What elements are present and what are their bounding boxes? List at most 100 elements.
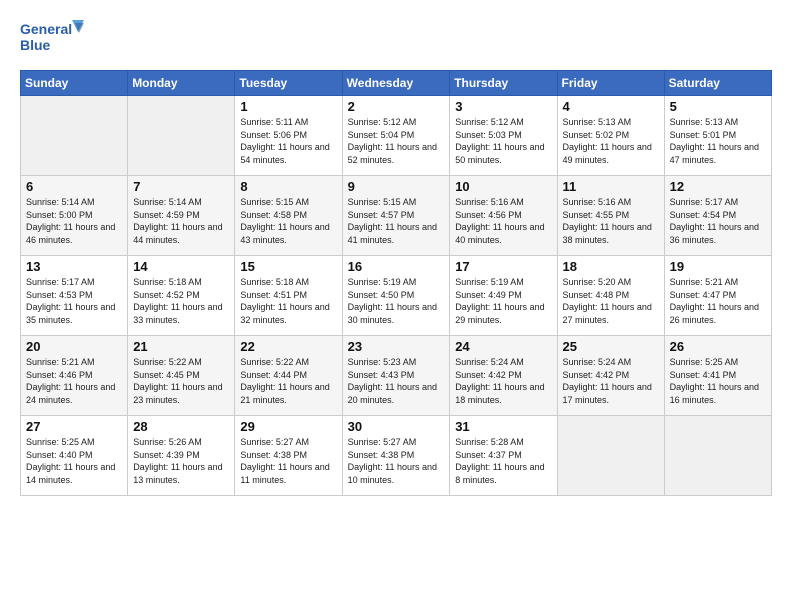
logo-svg: General Blue <box>20 18 90 60</box>
cell-info: Sunrise: 5:20 AM Sunset: 4:48 PM Dayligh… <box>563 276 659 326</box>
calendar-cell: 10 Sunrise: 5:16 AM Sunset: 4:56 PM Dayli… <box>450 176 557 256</box>
day-number: 11 <box>563 179 659 194</box>
day-number: 6 <box>26 179 122 194</box>
cell-info: Sunrise: 5:15 AM Sunset: 4:58 PM Dayligh… <box>240 196 336 246</box>
calendar-cell: 17Sunrise: 5:19 AM Sunset: 4:49 PM Dayli… <box>450 256 557 336</box>
calendar-cell: 18 Sunrise: 5:20 AM Sunset: 4:48 PM Dayli… <box>557 256 664 336</box>
day-number: 30 <box>348 419 445 434</box>
weekday-header-sunday: Sunday <box>21 71 128 96</box>
cell-info: Sunrise: 5:18 AM Sunset: 4:52 PM Dayligh… <box>133 276 229 326</box>
cell-info: Sunrise: 5:28 AM Sunset: 4:37 PM Dayligh… <box>455 436 551 486</box>
calendar-cell: 25 Sunrise: 5:24 AM Sunset: 4:42 PM Dayli… <box>557 336 664 416</box>
day-number: 26 <box>670 339 766 354</box>
day-number: 9 <box>348 179 445 194</box>
calendar-cell: 29 Sunrise: 5:27 AM Sunset: 4:38 PM Dayli… <box>235 416 342 496</box>
day-number: 5 <box>670 99 766 114</box>
page-header: General Blue <box>20 18 772 60</box>
calendar-cell: 7 Sunrise: 5:14 AM Sunset: 4:59 PM Daylig… <box>128 176 235 256</box>
day-number: 29 <box>240 419 336 434</box>
cell-info: Sunrise: 5:12 AM Sunset: 5:03 PM Dayligh… <box>455 116 551 166</box>
calendar-cell: 4Sunrise: 5:13 AM Sunset: 5:02 PM Daylig… <box>557 96 664 176</box>
day-number: 22 <box>240 339 336 354</box>
calendar-cell: 23 Sunrise: 5:23 AM Sunset: 4:43 PM Dayli… <box>342 336 450 416</box>
calendar-cell: 19 Sunrise: 5:21 AM Sunset: 4:47 PM Dayli… <box>664 256 771 336</box>
cell-info: Sunrise: 5:17 AM Sunset: 4:53 PM Dayligh… <box>26 276 122 326</box>
cell-info: Sunrise: 5:13 AM Sunset: 5:01 PM Dayligh… <box>670 116 766 166</box>
weekday-header-thursday: Thursday <box>450 71 557 96</box>
day-number: 8 <box>240 179 336 194</box>
calendar-cell: 21 Sunrise: 5:22 AM Sunset: 4:45 PM Dayli… <box>128 336 235 416</box>
svg-text:Blue: Blue <box>20 37 51 53</box>
weekday-header-monday: Monday <box>128 71 235 96</box>
day-number: 7 <box>133 179 229 194</box>
calendar-cell: 20 Sunrise: 5:21 AM Sunset: 4:46 PM Dayli… <box>21 336 128 416</box>
day-number: 27 <box>26 419 122 434</box>
cell-info: Sunrise: 5:26 AM Sunset: 4:39 PM Dayligh… <box>133 436 229 486</box>
calendar-cell: 12 Sunrise: 5:17 AM Sunset: 4:54 PM Dayli… <box>664 176 771 256</box>
calendar-cell <box>557 416 664 496</box>
day-number: 18 <box>563 259 659 274</box>
cell-info: Sunrise: 5:15 AM Sunset: 4:57 PM Dayligh… <box>348 196 445 246</box>
cell-info: Sunrise: 5:18 AM Sunset: 4:51 PM Dayligh… <box>240 276 336 326</box>
cell-info: Sunrise: 5:19 AM Sunset: 4:50 PM Dayligh… <box>348 276 445 326</box>
day-number: 15 <box>240 259 336 274</box>
cell-info: Sunrise: 5:25 AM Sunset: 4:40 PM Dayligh… <box>26 436 122 486</box>
day-number: 25 <box>563 339 659 354</box>
calendar-cell: 2 Sunrise: 5:12 AM Sunset: 5:04 PM Daylig… <box>342 96 450 176</box>
calendar-cell: 26 Sunrise: 5:25 AM Sunset: 4:41 PM Dayli… <box>664 336 771 416</box>
calendar-cell: 15 Sunrise: 5:18 AM Sunset: 4:51 PM Dayli… <box>235 256 342 336</box>
calendar-cell: 22 Sunrise: 5:22 AM Sunset: 4:44 PM Dayli… <box>235 336 342 416</box>
calendar-cell: 11 Sunrise: 5:16 AM Sunset: 4:55 PM Dayli… <box>557 176 664 256</box>
day-number: 23 <box>348 339 445 354</box>
cell-info: Sunrise: 5:23 AM Sunset: 4:43 PM Dayligh… <box>348 356 445 406</box>
cell-info: Sunrise: 5:19 AM Sunset: 4:49 PM Dayligh… <box>455 276 551 326</box>
cell-info: Sunrise: 5:14 AM Sunset: 4:59 PM Dayligh… <box>133 196 229 246</box>
day-number: 10 <box>455 179 551 194</box>
weekday-header-wednesday: Wednesday <box>342 71 450 96</box>
logo: General Blue <box>20 18 90 60</box>
cell-info: Sunrise: 5:27 AM Sunset: 4:38 PM Dayligh… <box>240 436 336 486</box>
weekday-header-friday: Friday <box>557 71 664 96</box>
calendar-table: SundayMondayTuesdayWednesdayThursdayFrid… <box>20 70 772 496</box>
day-number: 2 <box>348 99 445 114</box>
calendar-cell: 24 Sunrise: 5:24 AM Sunset: 4:42 PM Dayli… <box>450 336 557 416</box>
day-number: 28 <box>133 419 229 434</box>
cell-info: Sunrise: 5:21 AM Sunset: 4:47 PM Dayligh… <box>670 276 766 326</box>
day-number: 24 <box>455 339 551 354</box>
cell-info: Sunrise: 5:16 AM Sunset: 4:56 PM Dayligh… <box>455 196 551 246</box>
day-number: 31 <box>455 419 551 434</box>
calendar-cell: 14 Sunrise: 5:18 AM Sunset: 4:52 PM Dayli… <box>128 256 235 336</box>
calendar-cell: 30 Sunrise: 5:27 AM Sunset: 4:38 PM Dayli… <box>342 416 450 496</box>
cell-info: Sunrise: 5:24 AM Sunset: 4:42 PM Dayligh… <box>563 356 659 406</box>
day-number: 3 <box>455 99 551 114</box>
cell-info: Sunrise: 5:17 AM Sunset: 4:54 PM Dayligh… <box>670 196 766 246</box>
cell-info: Sunrise: 5:24 AM Sunset: 4:42 PM Dayligh… <box>455 356 551 406</box>
calendar-cell: 6 Sunrise: 5:14 AM Sunset: 5:00 PM Daylig… <box>21 176 128 256</box>
cell-info: Sunrise: 5:25 AM Sunset: 4:41 PM Dayligh… <box>670 356 766 406</box>
weekday-header-saturday: Saturday <box>664 71 771 96</box>
day-number: 20 <box>26 339 122 354</box>
cell-info: Sunrise: 5:22 AM Sunset: 4:45 PM Dayligh… <box>133 356 229 406</box>
cell-info: Sunrise: 5:12 AM Sunset: 5:04 PM Dayligh… <box>348 116 445 166</box>
cell-info: Sunrise: 5:27 AM Sunset: 4:38 PM Dayligh… <box>348 436 445 486</box>
calendar-cell: 27 Sunrise: 5:25 AM Sunset: 4:40 PM Dayli… <box>21 416 128 496</box>
weekday-header-tuesday: Tuesday <box>235 71 342 96</box>
cell-info: Sunrise: 5:22 AM Sunset: 4:44 PM Dayligh… <box>240 356 336 406</box>
day-number: 14 <box>133 259 229 274</box>
day-number: 19 <box>670 259 766 274</box>
calendar-cell: 3 Sunrise: 5:12 AM Sunset: 5:03 PM Daylig… <box>450 96 557 176</box>
svg-text:General: General <box>20 21 72 37</box>
calendar-cell <box>128 96 235 176</box>
calendar-cell <box>664 416 771 496</box>
cell-info: Sunrise: 5:21 AM Sunset: 4:46 PM Dayligh… <box>26 356 122 406</box>
day-number: 4 <box>563 99 659 114</box>
cell-info: Sunrise: 5:16 AM Sunset: 4:55 PM Dayligh… <box>563 196 659 246</box>
calendar-cell: 1Sunrise: 5:11 AM Sunset: 5:06 PM Daylig… <box>235 96 342 176</box>
calendar-cell: 8 Sunrise: 5:15 AM Sunset: 4:58 PM Daylig… <box>235 176 342 256</box>
day-number: 13 <box>26 259 122 274</box>
cell-info: Sunrise: 5:11 AM Sunset: 5:06 PM Dayligh… <box>240 116 336 166</box>
cell-info: Sunrise: 5:14 AM Sunset: 5:00 PM Dayligh… <box>26 196 122 246</box>
day-number: 12 <box>670 179 766 194</box>
calendar-cell: 31 Sunrise: 5:28 AM Sunset: 4:37 PM Dayli… <box>450 416 557 496</box>
day-number: 21 <box>133 339 229 354</box>
